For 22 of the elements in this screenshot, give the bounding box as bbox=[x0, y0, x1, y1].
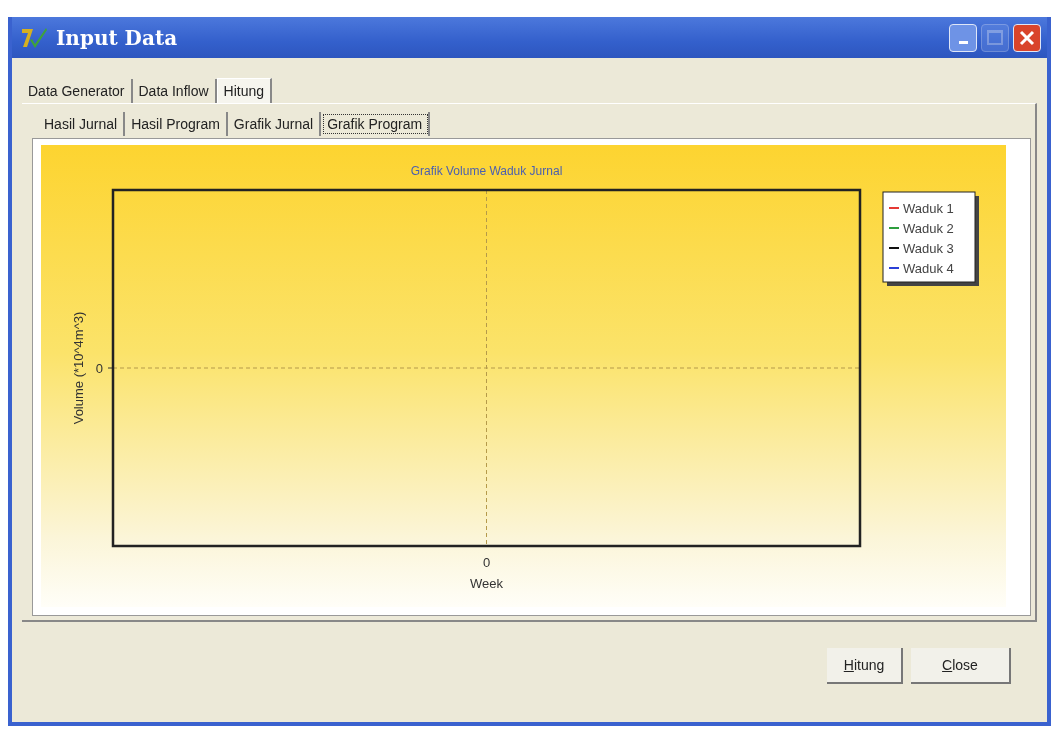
legend-label: Waduk 2 bbox=[903, 221, 954, 236]
dialog-button[interactable]: Close bbox=[911, 648, 1011, 684]
tab[interactable]: Hasil Jurnal bbox=[38, 112, 126, 136]
window-title: Input Data bbox=[56, 25, 178, 50]
chart-title: Grafik Volume Waduk Jurnal bbox=[410, 164, 563, 178]
x-axis-label: Week bbox=[470, 576, 503, 591]
x-tick-label: 0 bbox=[482, 555, 491, 570]
tab[interactable]: Grafik Jurnal bbox=[227, 112, 322, 136]
legend-label: Waduk 3 bbox=[903, 241, 954, 256]
tick-mark bbox=[107, 367, 114, 369]
tab[interactable]: Hasil Program bbox=[125, 112, 228, 136]
close-button[interactable] bbox=[1013, 23, 1041, 52]
tab[interactable]: Grafik Program bbox=[321, 112, 431, 136]
minimize-button[interactable] bbox=[949, 23, 977, 52]
dialog-button[interactable]: Hitung bbox=[827, 648, 903, 684]
tab[interactable]: Data Generator bbox=[22, 79, 133, 103]
y-axis-label: Volume (*10^4m^3) bbox=[71, 311, 86, 425]
tab[interactable]: Hitung bbox=[216, 78, 272, 103]
legend-label: Waduk 4 bbox=[903, 261, 954, 276]
legend-label: Waduk 1 bbox=[903, 201, 954, 216]
y-tick-label: 0 bbox=[95, 361, 103, 376]
close-icon bbox=[1018, 28, 1036, 47]
